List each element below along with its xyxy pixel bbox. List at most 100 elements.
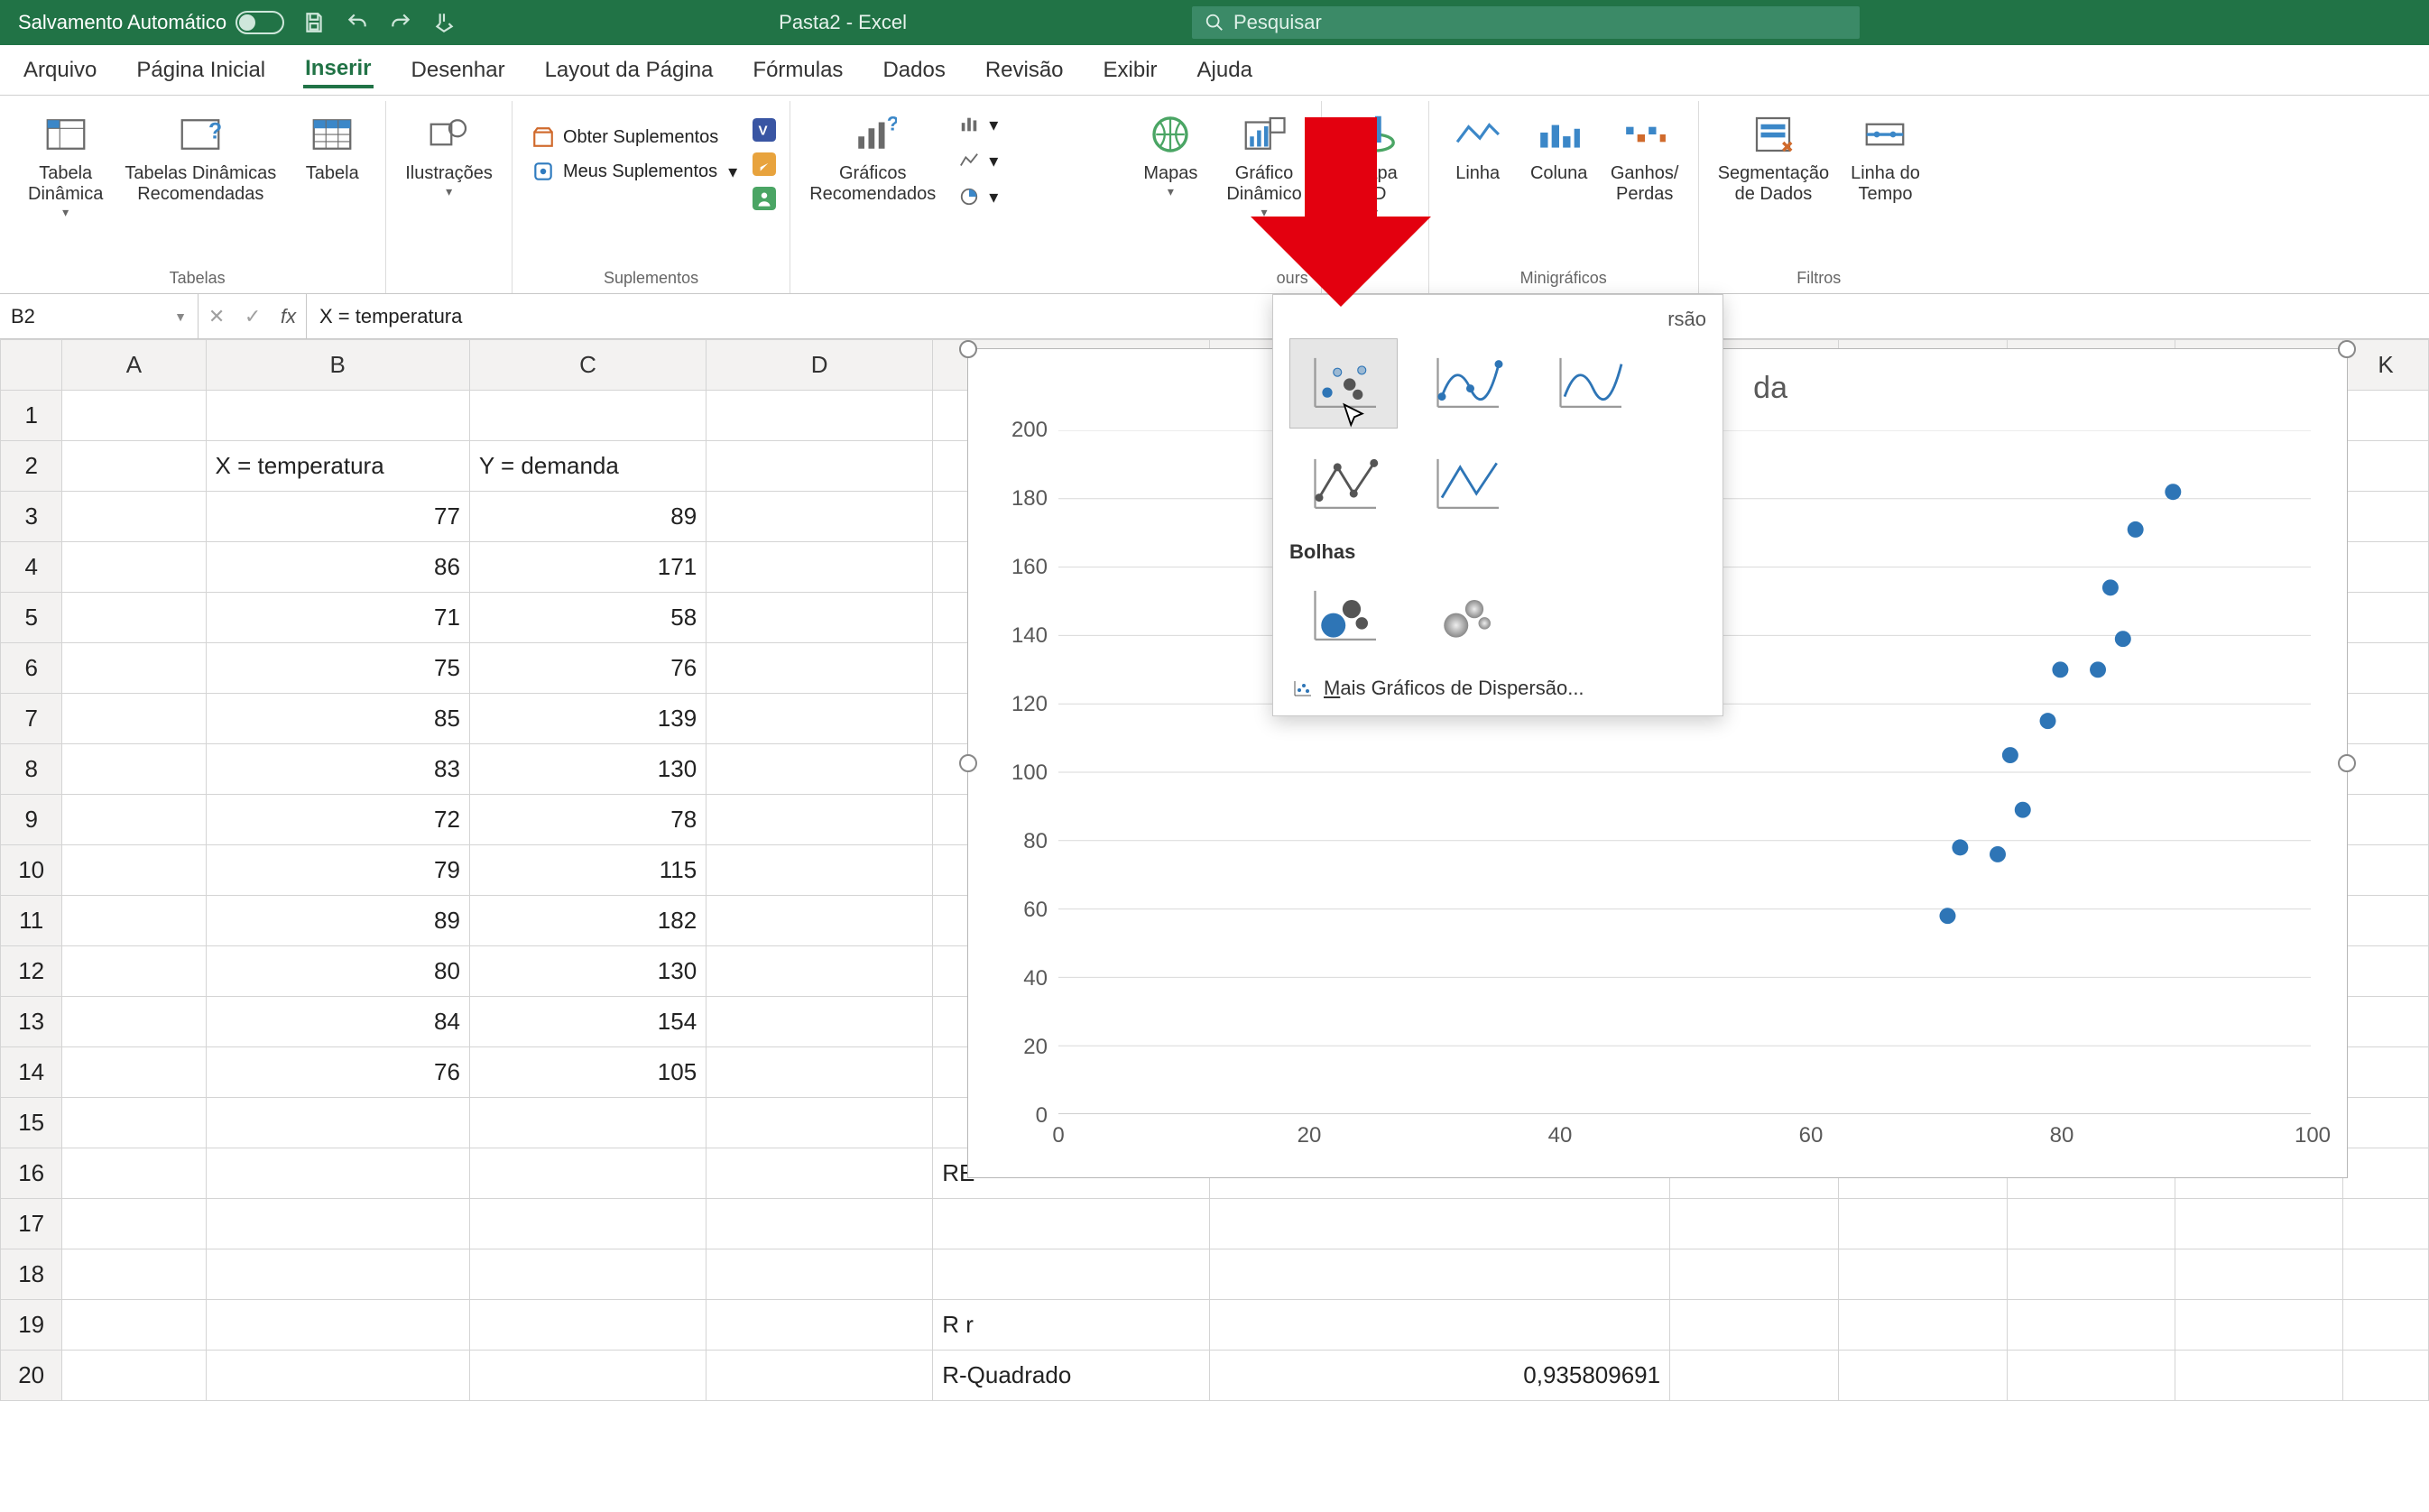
maps-button[interactable]: Mapas ▾ (1130, 105, 1211, 203)
cell-K3[interactable] (2343, 492, 2429, 542)
cell-A2[interactable] (62, 441, 206, 492)
cell-A8[interactable] (62, 744, 206, 795)
data-point[interactable] (2102, 579, 2119, 595)
cancel-icon[interactable]: ✕ (208, 305, 225, 328)
cell-C11[interactable]: 182 (469, 896, 706, 946)
cell-C7[interactable]: 139 (469, 694, 706, 744)
cell-J19[interactable] (2175, 1300, 2342, 1351)
cell-E19[interactable]: R r (933, 1300, 1210, 1351)
cell-A11[interactable] (62, 896, 206, 946)
row-header-17[interactable]: 17 (1, 1199, 62, 1249)
row-header-10[interactable]: 10 (1, 845, 62, 896)
cell-D12[interactable] (707, 946, 933, 997)
tab-arquivo[interactable]: Arquivo (22, 54, 98, 87)
tab-revisão[interactable]: Revisão (984, 54, 1066, 87)
cell-A17[interactable] (62, 1199, 206, 1249)
tab-dados[interactable]: Dados (881, 54, 947, 87)
cell-K5[interactable] (2343, 593, 2429, 643)
cell-B12[interactable]: 80 (206, 946, 469, 997)
cell-A3[interactable] (62, 492, 206, 542)
cell-B1[interactable] (206, 391, 469, 441)
cell-K17[interactable] (2343, 1199, 2429, 1249)
tab-inserir[interactable]: Inserir (303, 52, 373, 88)
data-point[interactable] (2040, 713, 2056, 729)
scatter-markers-option[interactable] (1289, 338, 1398, 429)
cell-B17[interactable] (206, 1199, 469, 1249)
row-header-9[interactable]: 9 (1, 795, 62, 845)
cell-H19[interactable] (1839, 1300, 2008, 1351)
cell-E18[interactable] (933, 1249, 1210, 1300)
cell-K6[interactable] (2343, 643, 2429, 694)
cell-K7[interactable] (2343, 694, 2429, 744)
cell-B4[interactable]: 86 (206, 542, 469, 593)
name-box[interactable]: B2 ▼ (0, 294, 199, 338)
cell-K10[interactable] (2343, 845, 2429, 896)
column-header-C[interactable]: C (469, 340, 706, 391)
cell-B19[interactable] (206, 1300, 469, 1351)
cell-K14[interactable] (2343, 1047, 2429, 1098)
cell-G17[interactable] (1670, 1199, 1839, 1249)
cell-H20[interactable] (1839, 1351, 2008, 1401)
cell-D19[interactable] (707, 1300, 933, 1351)
cell-K8[interactable] (2343, 744, 2429, 795)
cell-J18[interactable] (2175, 1249, 2342, 1300)
cell-G20[interactable] (1670, 1351, 1839, 1401)
cell-B15[interactable] (206, 1098, 469, 1148)
cell-I20[interactable] (2007, 1351, 2175, 1401)
cell-C18[interactable] (469, 1249, 706, 1300)
data-point[interactable] (1990, 846, 2006, 862)
cell-D10[interactable] (707, 845, 933, 896)
data-point[interactable] (2052, 661, 2068, 678)
bing-addin-icon[interactable] (752, 152, 777, 177)
data-point[interactable] (2128, 521, 2144, 538)
cell-G19[interactable] (1670, 1300, 1839, 1351)
my-addins-button[interactable]: Meus Suplementos ▾ (525, 157, 743, 186)
slicer-button[interactable]: Segmentação de Dados (1712, 105, 1835, 209)
cell-B18[interactable] (206, 1249, 469, 1300)
cell-H17[interactable] (1839, 1199, 2008, 1249)
cell-D18[interactable] (707, 1249, 933, 1300)
cell-C17[interactable] (469, 1199, 706, 1249)
cell-A10[interactable] (62, 845, 206, 896)
cell-B20[interactable] (206, 1351, 469, 1401)
cell-C5[interactable]: 58 (469, 593, 706, 643)
pie-chart-dropdown[interactable]: ▾ (951, 182, 1003, 211)
cell-B7[interactable]: 85 (206, 694, 469, 744)
cell-D6[interactable] (707, 643, 933, 694)
resize-handle[interactable] (2338, 754, 2356, 772)
cell-A15[interactable] (62, 1098, 206, 1148)
row-header-12[interactable]: 12 (1, 946, 62, 997)
data-point[interactable] (2090, 661, 2106, 678)
cell-D14[interactable] (707, 1047, 933, 1098)
cell-G18[interactable] (1670, 1249, 1839, 1300)
scatter-smooth-lines-option[interactable] (1535, 338, 1643, 429)
cell-A9[interactable] (62, 795, 206, 845)
cell-B10[interactable]: 79 (206, 845, 469, 896)
row-header-3[interactable]: 3 (1, 492, 62, 542)
tab-desenhar[interactable]: Desenhar (410, 54, 507, 87)
cell-C16[interactable] (469, 1148, 706, 1199)
select-all-corner[interactable] (1, 340, 62, 391)
visio-addin-icon[interactable]: V (752, 117, 777, 143)
row-header-15[interactable]: 15 (1, 1098, 62, 1148)
cell-I18[interactable] (2007, 1249, 2175, 1300)
cell-D2[interactable] (707, 441, 933, 492)
column-header-D[interactable]: D (707, 340, 933, 391)
cell-D4[interactable] (707, 542, 933, 593)
row-header-11[interactable]: 11 (1, 896, 62, 946)
tab-fórmulas[interactable]: Fórmulas (751, 54, 845, 87)
cell-J17[interactable] (2175, 1199, 2342, 1249)
cell-D7[interactable] (707, 694, 933, 744)
row-header-20[interactable]: 20 (1, 1351, 62, 1401)
cell-A5[interactable] (62, 593, 206, 643)
scatter-straight-lines-markers-option[interactable] (1289, 439, 1398, 530)
cell-B13[interactable]: 84 (206, 997, 469, 1047)
cell-D17[interactable] (707, 1199, 933, 1249)
map-3d-button[interactable]: Mapa 3D ▾ (1335, 105, 1416, 224)
tab-página-inicial[interactable]: Página Inicial (134, 54, 267, 87)
cell-K15[interactable] (2343, 1098, 2429, 1148)
row-header-13[interactable]: 13 (1, 997, 62, 1047)
cell-C2[interactable]: Y = demanda (469, 441, 706, 492)
row-header-6[interactable]: 6 (1, 643, 62, 694)
cell-B5[interactable]: 71 (206, 593, 469, 643)
